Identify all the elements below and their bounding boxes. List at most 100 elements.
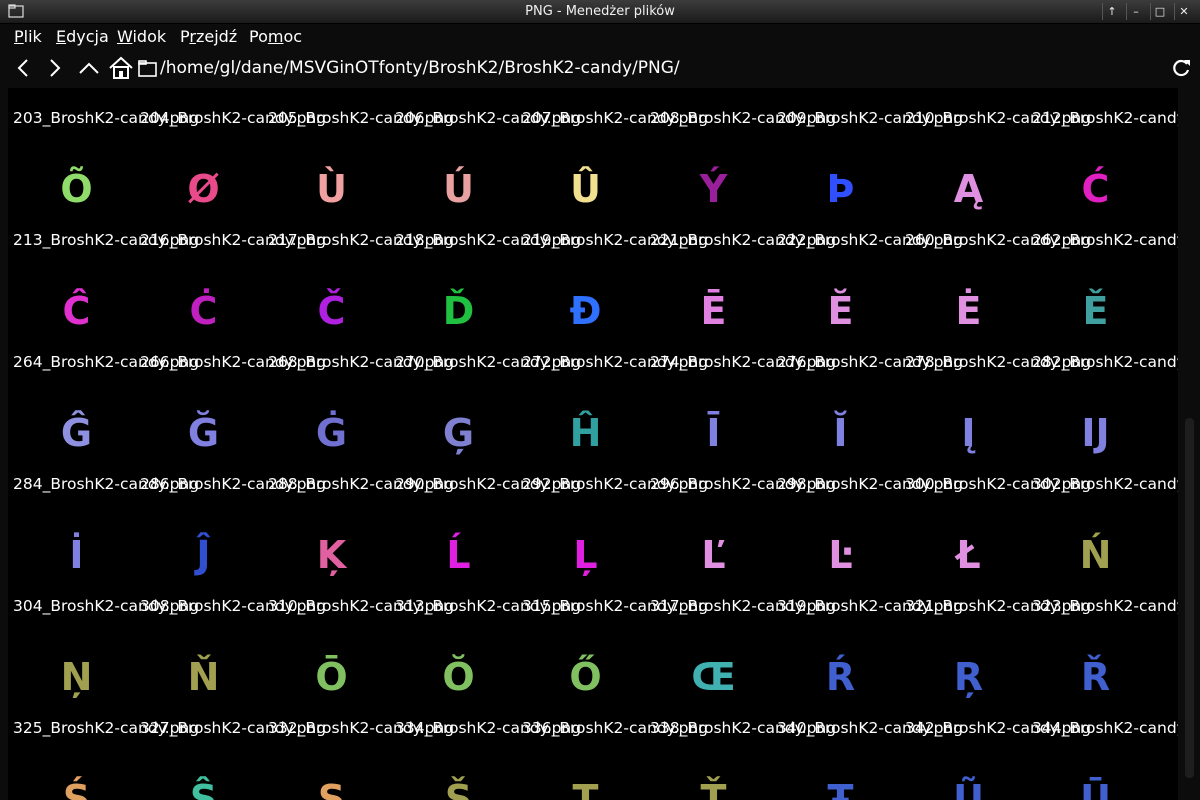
file-item[interactable]: 205_BroshK2-candy.png: [268, 109, 454, 128]
thumbnail[interactable]: Ć: [1032, 159, 1159, 219]
menu-przejdz[interactable]: Przejdź: [180, 27, 237, 46]
file-item[interactable]: 268_BroshK2-candy.png: [268, 353, 454, 372]
file-item[interactable]: 310_BroshK2-candy.png: [268, 597, 454, 616]
file-item[interactable]: 218_BroshK2-candy.png: [395, 231, 581, 250]
up-arrow-icon[interactable]: ↑: [1102, 3, 1121, 20]
thumbnail[interactable]: Ļ: [522, 525, 649, 585]
file-item[interactable]: 323_BroshK2-candy.png: [1032, 597, 1178, 616]
thumbnail[interactable]: Ũ: [905, 769, 1032, 800]
thumbnail[interactable]: Đ: [522, 281, 649, 341]
file-item[interactable]: 221_BroshK2-candy.png: [650, 231, 836, 250]
thumbnail[interactable]: İ: [13, 525, 140, 585]
file-item[interactable]: 210_BroshK2-candy.png: [905, 109, 1091, 128]
thumbnail[interactable]: Ù: [268, 159, 395, 219]
file-item[interactable]: 296_BroshK2-candy.png: [650, 475, 836, 494]
minimize-button[interactable]: –: [1126, 3, 1145, 20]
file-item[interactable]: 203_BroshK2-candy.png: [13, 109, 199, 128]
thumbnail[interactable]: Ķ: [268, 525, 395, 585]
thumbnail[interactable]: Ľ: [650, 525, 777, 585]
thumbnail[interactable]: Ą: [905, 159, 1032, 219]
file-item[interactable]: 338_BroshK2-candy.png: [650, 719, 836, 738]
file-item[interactable]: 321_BroshK2-candy.png: [905, 597, 1091, 616]
thumbnail[interactable]: Č: [268, 281, 395, 341]
thumbnail[interactable]: Œ: [650, 647, 777, 707]
thumbnail[interactable]: Ĳ: [1032, 403, 1159, 463]
scrollbar-thumb[interactable]: [1185, 418, 1194, 778]
maximize-button[interactable]: □: [1150, 3, 1169, 20]
thumbnail[interactable]: Ŗ: [905, 647, 1032, 707]
file-item[interactable]: 264_BroshK2-candy.png: [13, 353, 199, 372]
file-item[interactable]: 274_BroshK2-candy.png: [650, 353, 836, 372]
thumbnail[interactable]: Ŀ: [777, 525, 904, 585]
menu-widok[interactable]: Widok: [117, 27, 166, 46]
thumbnail[interactable]: Ō: [268, 647, 395, 707]
refresh-icon[interactable]: [1172, 58, 1192, 78]
file-item[interactable]: 204_BroshK2-candy.png: [140, 109, 326, 128]
thumbnail[interactable]: Ś: [13, 769, 140, 800]
file-item[interactable]: 315_BroshK2-candy.png: [522, 597, 708, 616]
file-item[interactable]: 284_BroshK2-candy.png: [13, 475, 199, 494]
file-item[interactable]: 308_BroshK2-candy.png: [140, 597, 326, 616]
menu-plik[interactable]: Plik: [14, 27, 42, 46]
thumbnail[interactable]: Ŝ: [140, 769, 267, 800]
home-icon[interactable]: [108, 55, 134, 81]
thumbnail[interactable]: Ý: [650, 159, 777, 219]
menu-pomoc[interactable]: Pomoc: [249, 27, 302, 46]
file-item[interactable]: 208_BroshK2-candy.png: [650, 109, 836, 128]
file-item[interactable]: 336_BroshK2-candy.png: [522, 719, 708, 738]
thumbnail[interactable]: Ē: [650, 281, 777, 341]
file-item[interactable]: 304_BroshK2-candy.png: [13, 597, 199, 616]
thumbnail[interactable]: Į: [905, 403, 1032, 463]
thumbnail[interactable]: Ĕ: [777, 281, 904, 341]
up-icon[interactable]: [76, 55, 102, 81]
thumbnail[interactable]: Ū: [1032, 769, 1159, 800]
file-item[interactable]: 262_BroshK2-candy.png: [1032, 231, 1178, 250]
file-item[interactable]: 217_BroshK2-candy.png: [268, 231, 454, 250]
thumbnail[interactable]: Ģ: [395, 403, 522, 463]
thumbnail[interactable]: Ġ: [268, 403, 395, 463]
thumbnail[interactable]: Ņ: [13, 647, 140, 707]
thumbnail[interactable]: Ĭ: [777, 403, 904, 463]
location-path[interactable]: /home/gl/dane/MSVGinOTfonty/BroshK2/Bros…: [160, 58, 680, 78]
file-item[interactable]: 302_BroshK2-candy.png: [1032, 475, 1178, 494]
file-item[interactable]: 344_BroshK2-candy.png: [1032, 719, 1178, 738]
file-item[interactable]: 266_BroshK2-candy.png: [140, 353, 326, 372]
file-item[interactable]: 319_BroshK2-candy.png: [777, 597, 963, 616]
file-item[interactable]: 334_BroshK2-candy.png: [395, 719, 581, 738]
thumbnail[interactable]: Ť: [650, 769, 777, 800]
thumbnail[interactable]: Ł: [905, 525, 1032, 585]
forward-icon[interactable]: [42, 55, 68, 81]
file-item[interactable]: 209_BroshK2-candy.png: [777, 109, 963, 128]
thumbnail[interactable]: Ě: [1032, 281, 1159, 341]
thumbnail[interactable]: Þ: [777, 159, 904, 219]
thumbnail[interactable]: Ď: [395, 281, 522, 341]
thumbnail[interactable]: Ĺ: [395, 525, 522, 585]
file-item[interactable]: 286_BroshK2-candy.png: [140, 475, 326, 494]
thumbnail[interactable]: Ú: [395, 159, 522, 219]
thumbnail[interactable]: Û: [522, 159, 649, 219]
file-item[interactable]: 327_BroshK2-candy.png: [140, 719, 326, 738]
thumbnail[interactable]: Ĝ: [13, 403, 140, 463]
file-item[interactable]: 219_BroshK2-candy.png: [522, 231, 708, 250]
file-item[interactable]: 278_BroshK2-candy.png: [905, 353, 1091, 372]
file-item[interactable]: 272_BroshK2-candy.png: [522, 353, 708, 372]
close-button[interactable]: ✕: [1174, 3, 1193, 20]
thumbnail[interactable]: Ğ: [140, 403, 267, 463]
thumbnail[interactable]: Ń: [1032, 525, 1159, 585]
thumbnail[interactable]: Ř: [1032, 647, 1159, 707]
file-item[interactable]: 340_BroshK2-candy.png: [777, 719, 963, 738]
file-item[interactable]: 206_BroshK2-candy.png: [395, 109, 581, 128]
file-item[interactable]: 222_BroshK2-candy.png: [777, 231, 963, 250]
thumbnail[interactable]: Ø: [140, 159, 267, 219]
file-item[interactable]: 216_BroshK2-candy.png: [140, 231, 326, 250]
thumbnail[interactable]: Ő: [522, 647, 649, 707]
file-item[interactable]: 270_BroshK2-candy.png: [395, 353, 581, 372]
file-item[interactable]: 298_BroshK2-candy.png: [777, 475, 963, 494]
thumbnail[interactable]: Ĉ: [13, 281, 140, 341]
file-item[interactable]: 213_BroshK2-candy.png: [13, 231, 199, 250]
file-item[interactable]: 288_BroshK2-candy.png: [268, 475, 454, 494]
thumbnail[interactable]: Ŕ: [777, 647, 904, 707]
file-item[interactable]: 260_BroshK2-candy.png: [905, 231, 1091, 250]
file-icon-view[interactable]: 203_BroshK2-candy.png 204_BroshK2-candy.…: [8, 88, 1178, 800]
thumbnail[interactable]: Ŏ: [395, 647, 522, 707]
